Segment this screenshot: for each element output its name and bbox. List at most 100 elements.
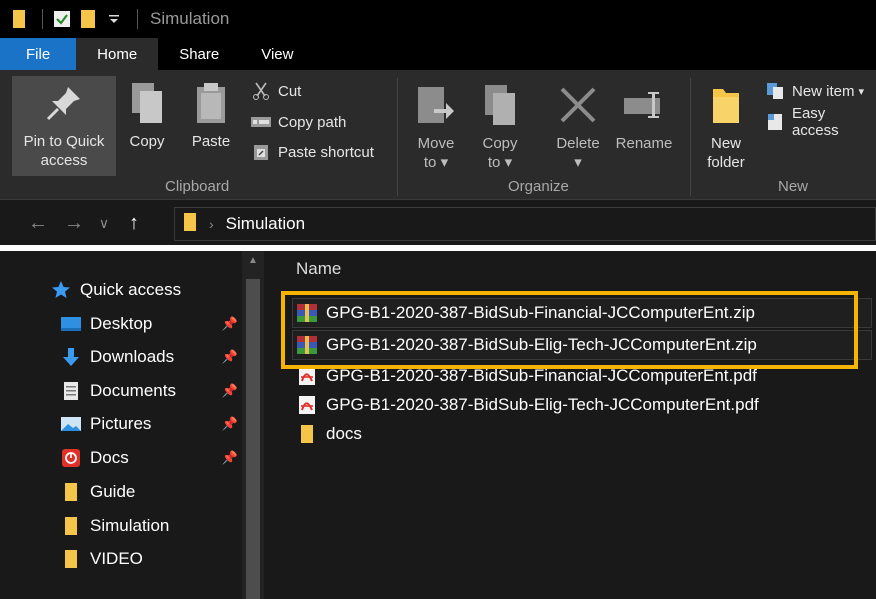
move-to-label-line2: to ▾ [423, 154, 449, 171]
delete-x-icon [558, 80, 598, 130]
nav-item-label: Quick access [80, 280, 182, 299]
easy-access-label: Easy access [791, 105, 839, 139]
scissors-icon [250, 80, 272, 102]
scroll-up-arrow-icon[interactable]: ▲ [242, 255, 264, 266]
pinned-icon[interactable]: 📌 [222, 349, 238, 365]
file-name: GPG-B1-2020-387-BidSub-Elig-Tech-JCCompu… [326, 395, 759, 414]
file-explorer-window: Simulation File Home Share View Pin to Q… [0, 0, 876, 599]
easy-access-button[interactable]: Easy access [764, 105, 876, 139]
pictures-icon [60, 413, 82, 435]
new-item-icon [764, 80, 786, 102]
nav-item-video[interactable]: VIDEO [60, 544, 143, 574]
nav-item-downloads[interactable]: Downloads 📌 [60, 342, 240, 372]
delete-button[interactable]: Delete ▾ [550, 80, 606, 172]
move-to-button[interactable]: Move to ▾ [410, 80, 462, 172]
docs-red-icon [60, 447, 82, 469]
easy-access-icon [764, 111, 786, 133]
file-name: GPG-B1-2020-387-BidSub-Financial-JCCompu… [326, 366, 757, 385]
copy-button[interactable]: Copy [122, 78, 172, 151]
paste-icon [195, 78, 227, 128]
new-folder-icon [709, 80, 743, 130]
organize-group-label: Organize [508, 178, 569, 195]
nav-item-documents[interactable]: Documents 📌 [60, 376, 240, 406]
recent-locations-chevron-icon[interactable]: ∨ [92, 215, 116, 232]
nav-item-label: Simulation [90, 516, 170, 535]
file-name: docs [326, 424, 362, 443]
nav-item-label: VIDEO [90, 549, 143, 568]
nav-item-label: Pictures [90, 414, 152, 433]
paste-shortcut-icon [250, 141, 272, 163]
divider [137, 9, 138, 29]
pinned-icon[interactable]: 📌 [222, 316, 238, 332]
nav-item-quick-access[interactable]: Quick access [50, 275, 181, 305]
pin-to-quick-access-button[interactable]: Pin to Quick access [12, 76, 116, 176]
new-folder-icon[interactable] [77, 8, 99, 30]
nav-item-simulation[interactable]: Simulation [60, 511, 169, 541]
file-row[interactable]: docs [296, 419, 362, 449]
properties-icon[interactable] [51, 8, 73, 30]
nav-item-pictures[interactable]: Pictures 📌 [60, 409, 240, 439]
new-folder-label-line2: folder [707, 154, 745, 171]
file-list-pane: Name GPG-B1-2020-387-BidSub-Financial-JC… [266, 251, 876, 599]
nav-item-label: Docs [90, 448, 129, 467]
copy-path-label: Copy path [278, 113, 347, 131]
scrollbar-thumb[interactable] [246, 279, 260, 599]
copy-to-label-line1: Copy [482, 135, 518, 152]
back-arrow-icon[interactable]: ← [20, 212, 56, 235]
cut-button[interactable]: Cut [250, 78, 301, 104]
title-bar: Simulation [0, 0, 876, 38]
customize-quick-access-icon[interactable] [103, 8, 125, 30]
new-folder-button[interactable]: New folder [698, 80, 754, 172]
tab-share[interactable]: Share [158, 38, 240, 70]
up-arrow-icon[interactable]: ↑ [116, 212, 152, 235]
rename-button[interactable]: Rename [612, 80, 676, 153]
desktop-icon [60, 313, 82, 335]
annotation-highlight-box [281, 291, 858, 369]
clipboard-group-label: Clipboard [165, 178, 230, 195]
navigation-pane: Quick access Desktop 📌 Downloads 📌 Docum… [8, 251, 264, 599]
breadcrumb-chevron-icon[interactable]: › [209, 216, 214, 232]
breadcrumb-simulation[interactable]: Simulation [226, 214, 305, 234]
new-folder-label-line1: New [710, 135, 741, 152]
group-divider [690, 78, 691, 196]
pinned-icon[interactable]: 📌 [222, 450, 238, 466]
paste-label: Paste [191, 133, 231, 150]
new-group-label: New [778, 178, 809, 195]
nav-item-guide[interactable]: Guide [60, 477, 135, 507]
copy-label: Copy [129, 133, 165, 150]
tab-home[interactable]: Home [76, 38, 159, 70]
delete-label: Delete [556, 135, 600, 152]
divider [42, 9, 43, 29]
pinned-icon[interactable]: 📌 [222, 383, 238, 399]
group-divider [397, 78, 398, 196]
address-bar[interactable]: › Simulation [174, 207, 876, 241]
rename-icon [622, 80, 666, 130]
nav-item-desktop[interactable]: Desktop 📌 [60, 309, 240, 339]
folder-icon [183, 212, 197, 237]
tab-view[interactable]: View [240, 38, 314, 70]
nav-item-docs[interactable]: Docs 📌 [60, 443, 240, 473]
nav-pane-scrollbar[interactable]: ▲ [242, 251, 264, 599]
file-row[interactable]: GPG-B1-2020-387-BidSub-Elig-Tech-JCCompu… [296, 390, 759, 420]
copy-path-button[interactable]: Copy path [250, 109, 346, 135]
paste-button[interactable]: Paste [186, 78, 236, 151]
paste-shortcut-button[interactable]: Paste shortcut [250, 139, 374, 165]
pin-label-line2: access [40, 152, 88, 169]
nav-item-label: Guide [90, 482, 136, 501]
tab-file[interactable]: File [0, 38, 77, 70]
new-item-button[interactable]: New item ▾ [764, 78, 864, 104]
pinned-icon[interactable]: 📌 [222, 416, 238, 432]
address-bar-row: ← → ∨ ↑ › Simulation [0, 201, 876, 245]
folder-icon [60, 481, 82, 503]
folder-icon [60, 515, 82, 537]
column-header-name[interactable]: Name [296, 259, 341, 279]
folder-icon [296, 423, 318, 445]
ribbon: Pin to Quick access Copy Paste Cut Copy … [0, 70, 876, 200]
delete-dropdown-icon: ▾ [574, 154, 582, 171]
pin-label-line1: Pin to Quick [23, 133, 105, 150]
copy-to-button[interactable]: Copy to ▾ [474, 80, 526, 172]
folder-icon[interactable] [8, 8, 30, 30]
move-to-icon [416, 80, 456, 130]
forward-arrow-icon[interactable]: → [56, 212, 92, 235]
ribbon-tabs: File Home Share View [0, 38, 876, 70]
